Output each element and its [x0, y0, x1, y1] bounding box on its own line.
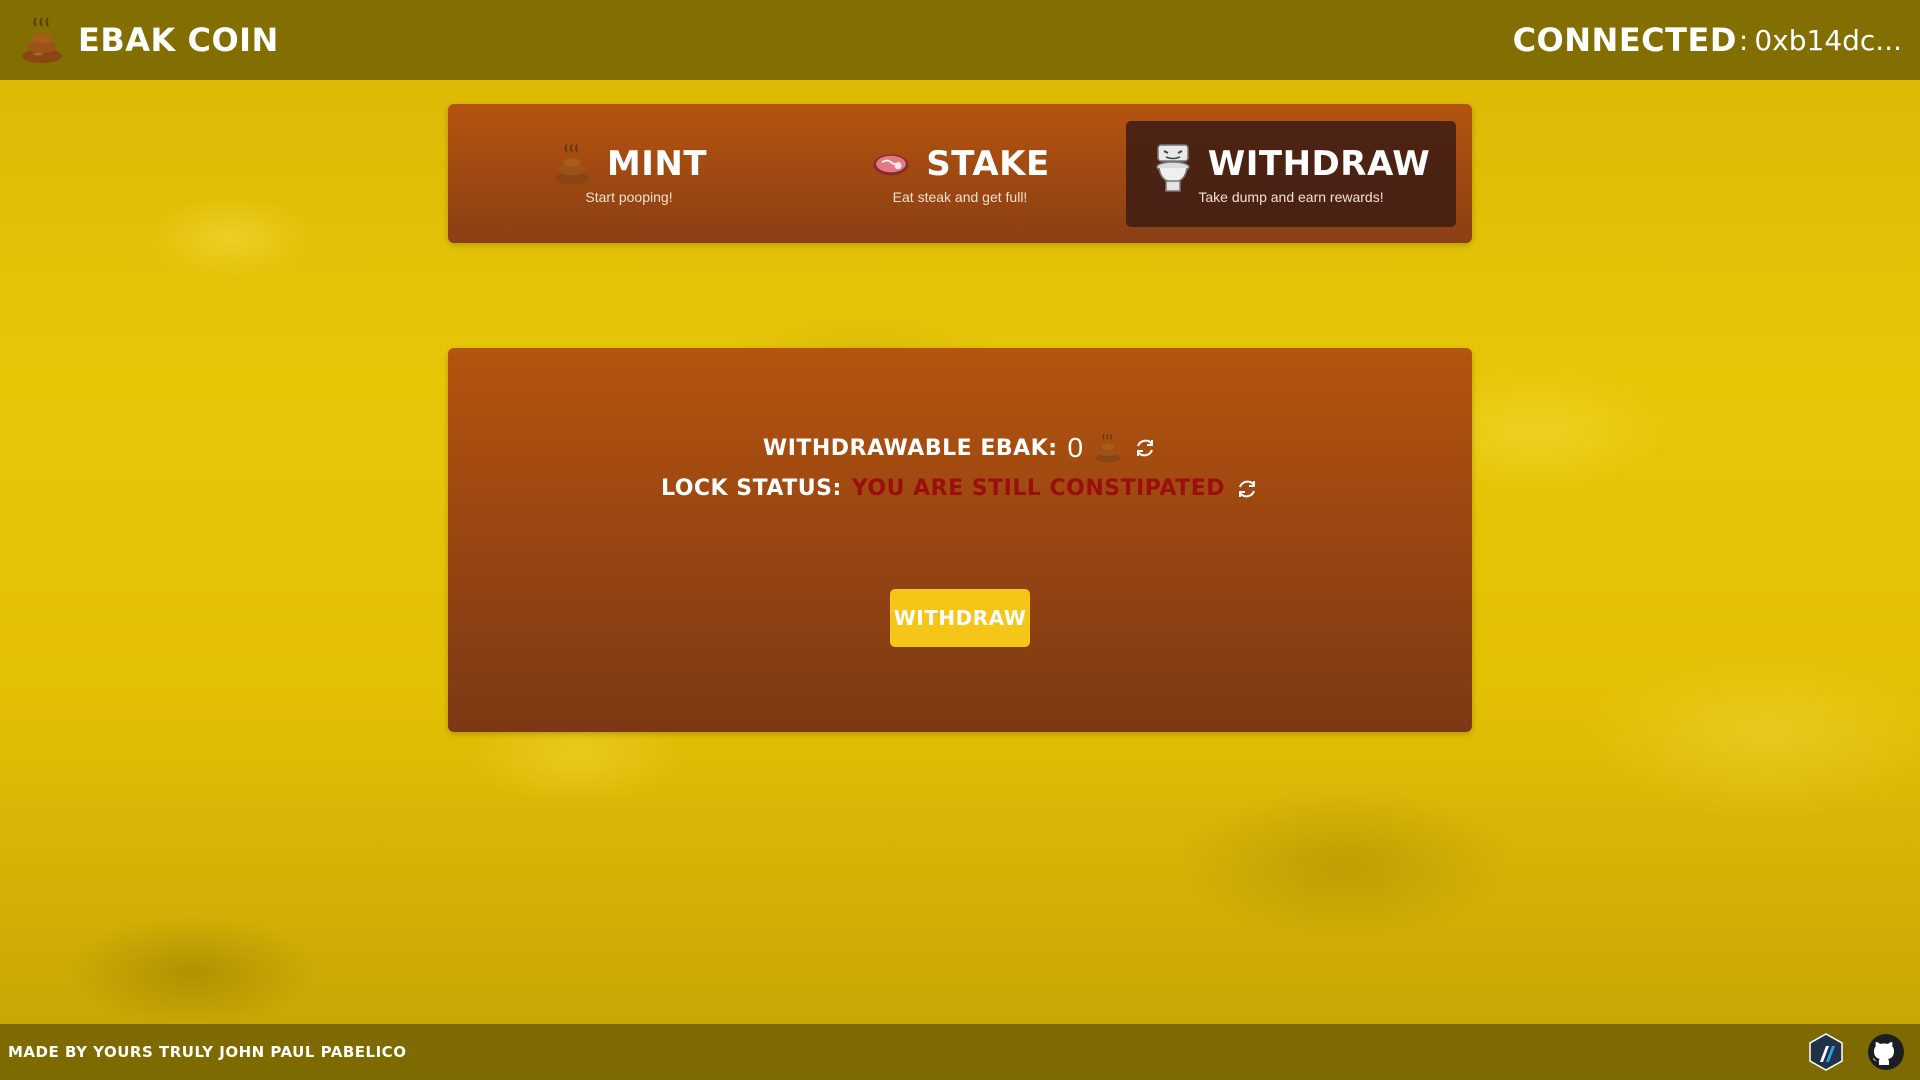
- steak-icon: [870, 143, 912, 185]
- wallet-address: 0xb14dc...: [1754, 23, 1902, 57]
- tab-mint[interactable]: MINT Start pooping!: [464, 121, 794, 227]
- lock-label-group: LOCK STATUS :: [661, 476, 842, 501]
- tab-subtitle: Take dump and earn rewards!: [1198, 188, 1384, 205]
- withdraw-panel: WITHDRAWABLE EBAK : 0 LOCK STATUS : YOU …: [448, 348, 1472, 732]
- tab-subtitle: Start pooping!: [585, 188, 673, 205]
- github-icon[interactable]: [1866, 1032, 1906, 1072]
- wallet-status: CONNECTED : 0xb14dc...: [1513, 21, 1902, 59]
- tab-subtitle: Eat steak and get full!: [892, 188, 1028, 205]
- poop-icon: [551, 143, 593, 185]
- tab-label: MINT: [606, 143, 708, 184]
- tab-stake[interactable]: STAKE Eat steak and get full!: [795, 121, 1125, 227]
- tab-withdraw[interactable]: WITHDRAW Take dump and earn rewards!: [1126, 120, 1456, 227]
- footer: MADE BY YOURS TRULY JOHN PAUL PABELICO: [0, 1024, 1920, 1080]
- top-bar: EBAK COIN CONNECTED : 0xb14dc...: [0, 0, 1920, 80]
- poop-icon: [18, 16, 66, 64]
- poop-icon: [1093, 433, 1123, 463]
- app-title: EBAK COIN: [78, 21, 279, 59]
- withdraw-button[interactable]: WITHDRAW: [890, 589, 1030, 647]
- brand[interactable]: EBAK COIN: [18, 16, 279, 64]
- tab-bar: MINT Start pooping! STAKE Eat steak and …: [448, 104, 1472, 243]
- footer-links: [1806, 1032, 1912, 1072]
- withdrawable-label-group: WITHDRAWABLE EBAK :: [763, 436, 1058, 461]
- footer-credit: MADE BY YOURS TRULY JOHN PAUL PABELICO: [8, 1043, 407, 1061]
- connected-sep: :: [1738, 23, 1749, 57]
- refresh-lock-status-icon[interactable]: [1235, 477, 1259, 501]
- toilet-icon: [1152, 143, 1194, 192]
- arbitrum-icon[interactable]: [1806, 1032, 1846, 1072]
- tab-label: WITHDRAW: [1207, 143, 1431, 184]
- tab-label: STAKE: [926, 143, 1050, 184]
- withdrawable-row: WITHDRAWABLE EBAK : 0: [448, 432, 1472, 464]
- withdrawable-label: WITHDRAWABLE EBAK: [762, 435, 1049, 461]
- lock-status-label: LOCK STATUS: [660, 476, 833, 501]
- refresh-withdrawable-icon[interactable]: [1133, 436, 1157, 460]
- connected-label: CONNECTED: [1512, 21, 1737, 59]
- withdrawable-value: 0: [1067, 432, 1084, 463]
- lock-status-row: LOCK STATUS : YOU ARE STILL CONSTIPATED: [448, 476, 1472, 501]
- label-separator: :: [1048, 435, 1058, 461]
- lock-status-value: YOU ARE STILL CONSTIPATED: [851, 476, 1226, 501]
- label-separator: :: [832, 476, 842, 501]
